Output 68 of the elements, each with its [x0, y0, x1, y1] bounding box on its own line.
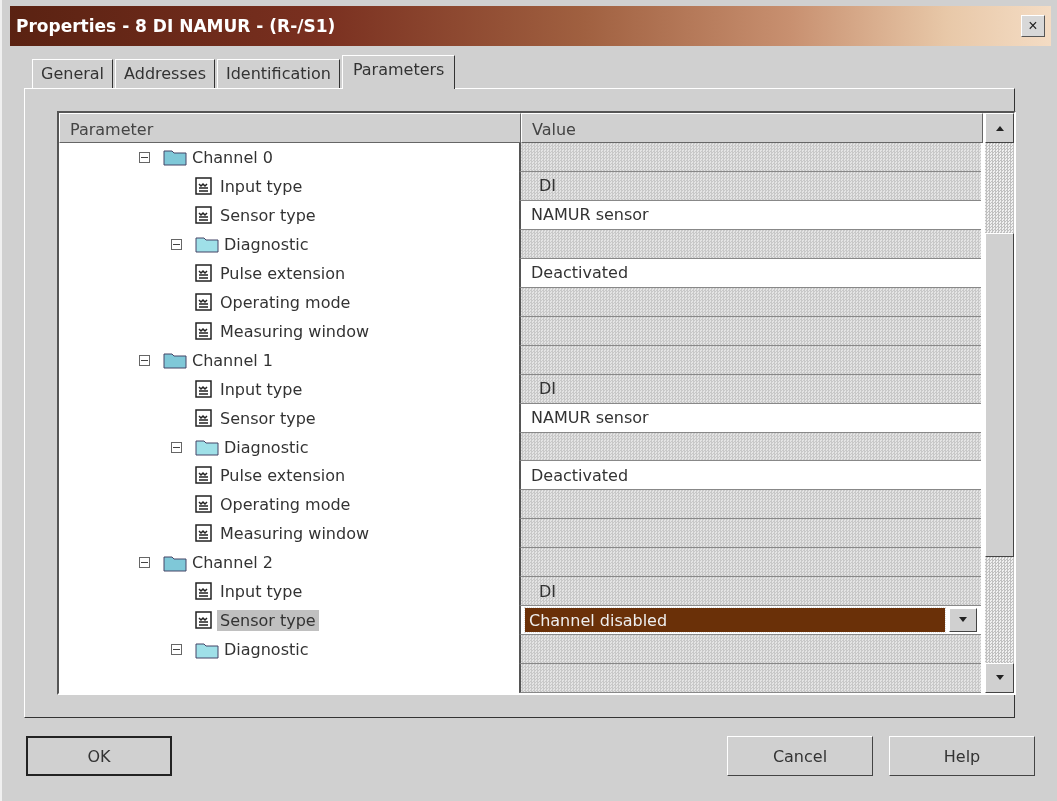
tree-item[interactable]: Pulse extension [217, 465, 349, 487]
tree-item[interactable]: Diagnostic [221, 436, 312, 458]
dialog-button[interactable]: OK [26, 736, 172, 776]
tree-item[interactable]: Input type [217, 581, 306, 603]
value-cell: DI [519, 171, 981, 201]
dialog-button[interactable]: Help [889, 736, 1035, 776]
parameter-icon [195, 263, 213, 283]
tree-item[interactable]: Operating mode [217, 494, 354, 516]
value-cell: NAMUR sensor [519, 200, 981, 230]
parameter-icon [195, 582, 213, 602]
folder-icon [163, 553, 187, 572]
value-cell: DI [519, 577, 981, 607]
window-title: Properties - 8 DI NAMUR - (R-/S1) [16, 16, 336, 36]
value-cell: Deactivated [519, 258, 981, 288]
folder-icon [195, 438, 219, 456]
up-arrow-icon [994, 125, 1005, 131]
tree-item[interactable]: Sensor type [217, 407, 319, 429]
collapse-toggle[interactable] [171, 441, 182, 453]
collapse-toggle[interactable] [171, 644, 182, 656]
parameter-icon [195, 408, 213, 428]
tree-item[interactable]: Input type [217, 378, 306, 400]
column-header[interactable]: Value [521, 113, 983, 143]
tree-item[interactable]: Input type [217, 175, 306, 197]
value-cell: NAMUR sensor [519, 403, 981, 433]
tree-item[interactable]: Channel 0 [189, 146, 276, 168]
parameter-icon [195, 524, 213, 544]
tree-item[interactable]: Diagnostic [221, 233, 312, 255]
close-button[interactable]: × [1021, 15, 1045, 37]
tab[interactable]: Parameters [341, 55, 456, 89]
collapse-toggle[interactable] [139, 354, 150, 366]
collapse-toggle[interactable] [139, 151, 150, 163]
scroll-down-button[interactable] [985, 663, 1014, 693]
column-header[interactable]: Parameter [59, 113, 521, 143]
folder-icon [163, 351, 187, 370]
folder-icon [195, 640, 219, 659]
parameter-icon [195, 379, 213, 399]
dialog-button[interactable]: Cancel [727, 736, 873, 776]
parameter-icon [195, 495, 213, 515]
parameter-icon [195, 321, 213, 341]
tree-item[interactable]: Channel 1 [189, 349, 276, 371]
parameter-icon [195, 466, 213, 486]
tree-item[interactable]: Sensor type [217, 204, 319, 226]
tree-item[interactable]: Operating mode [217, 291, 354, 313]
value-dropdown[interactable]: Channel disabled [525, 608, 945, 633]
tab[interactable]: Addresses [115, 59, 215, 88]
tab[interactable]: General [32, 59, 114, 88]
parameter-icon [195, 176, 213, 196]
tree-item[interactable]: Diagnostic [221, 639, 312, 661]
dropdown-button[interactable] [949, 608, 977, 633]
parameter-icon [195, 205, 213, 225]
value-cell: DI [519, 374, 981, 404]
scrollbar[interactable] [985, 113, 1014, 693]
down-arrow-icon [994, 675, 1005, 681]
parameter-icon [195, 611, 213, 631]
parameter-icon [195, 292, 213, 312]
tree-item[interactable]: Measuring window [217, 523, 373, 545]
collapse-toggle[interactable] [171, 238, 182, 250]
scroll-up-button[interactable] [985, 113, 1014, 143]
folder-icon [195, 235, 219, 254]
collapse-toggle[interactable] [139, 557, 150, 569]
tree-item[interactable]: Pulse extension [217, 262, 349, 284]
tree-item[interactable]: Measuring window [217, 320, 373, 342]
tab[interactable]: Identification [216, 59, 340, 88]
tree-item[interactable]: Sensor type [217, 610, 319, 632]
value-cell: Deactivated [519, 461, 981, 491]
folder-icon [163, 148, 187, 167]
down-arrow-icon [958, 617, 968, 624]
tree-item[interactable]: Channel 2 [189, 552, 276, 574]
